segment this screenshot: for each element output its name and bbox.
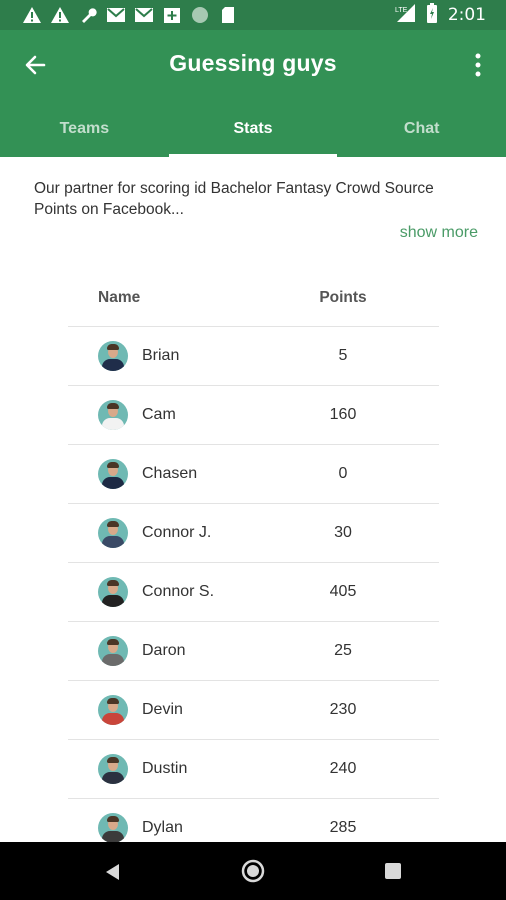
- table-row[interactable]: Dustin 240: [68, 740, 439, 799]
- avatar: [98, 518, 128, 548]
- table-row[interactable]: Cam 160: [68, 386, 439, 445]
- player-name: Dylan: [142, 819, 183, 836]
- tab-chat[interactable]: Chat: [337, 100, 506, 157]
- name-cell: Dustin: [68, 754, 298, 784]
- player-points: 405: [329, 583, 357, 600]
- status-bar: LTE 2:01: [0, 0, 506, 30]
- name-cell: Brian: [68, 341, 298, 371]
- warning-icon: [22, 5, 42, 25]
- avatar-hair: [107, 344, 119, 350]
- player-name: Daron: [142, 642, 186, 659]
- description-text: Our partner for scoring id Bachelor Fant…: [34, 180, 434, 218]
- avatar-hair: [107, 757, 119, 763]
- avatar: [98, 459, 128, 489]
- notification-icons: [22, 5, 238, 25]
- avatar: [98, 695, 128, 725]
- app-bar: Guessing guys: [0, 30, 506, 100]
- tab-stats[interactable]: Stats: [168, 100, 338, 157]
- avatar: [98, 754, 128, 784]
- avatar-hair: [107, 521, 119, 527]
- tab-teams[interactable]: Teams: [0, 100, 169, 157]
- dot-icon: [190, 5, 210, 25]
- player-name: Connor J.: [142, 524, 212, 541]
- avatar: [98, 636, 128, 666]
- gmail-icon: [134, 5, 154, 25]
- player-points: 230: [329, 701, 357, 718]
- avatar-hair: [107, 403, 119, 409]
- avatar-shirt: [102, 418, 124, 430]
- player-points: 0: [338, 465, 348, 482]
- lte-signal-icon: LTE: [394, 3, 416, 28]
- avatar: [98, 577, 128, 607]
- table-row[interactable]: Connor J. 30: [68, 504, 439, 563]
- avatar-shirt: [102, 772, 124, 784]
- avatar-hair: [107, 698, 119, 704]
- wrench-icon: [78, 5, 98, 25]
- player-name: Brian: [142, 347, 180, 364]
- page-title: Guessing guys: [169, 50, 337, 76]
- svg-text:LTE: LTE: [395, 7, 408, 14]
- avatar-hair: [107, 639, 119, 645]
- player-points: 5: [338, 347, 348, 364]
- table-row[interactable]: Chasen 0: [68, 445, 439, 504]
- player-name: Dustin: [142, 760, 188, 777]
- player-points: 25: [334, 642, 352, 659]
- avatar-hair: [107, 816, 119, 822]
- clock: 2:01: [447, 5, 486, 25]
- avatar-shirt: [102, 359, 124, 371]
- table-body: Brian 5 Cam 160 Chasen 0 Connor J. 30 Connor S. 4…: [68, 327, 439, 858]
- name-cell: Daron: [68, 636, 298, 666]
- tab-bar: Teams Stats Chat: [0, 100, 506, 157]
- show-more-link[interactable]: show more: [400, 224, 478, 242]
- warning-icon: [50, 5, 70, 25]
- name-cell: Connor J.: [68, 518, 298, 548]
- player-points: 30: [334, 524, 352, 541]
- player-name: Devin: [142, 701, 183, 718]
- table-header: Name Points: [68, 270, 439, 327]
- player-name: Chasen: [142, 465, 198, 482]
- avatar-shirt: [102, 595, 124, 607]
- sd-card-icon: [218, 5, 238, 25]
- avatar-shirt: [102, 477, 124, 489]
- player-name: Cam: [142, 406, 176, 423]
- player-points: 160: [329, 406, 357, 423]
- avatar-hair: [107, 580, 119, 586]
- nav-back-icon[interactable]: [103, 862, 123, 882]
- nav-recents-icon[interactable]: [385, 863, 401, 879]
- name-cell: Chasen: [68, 459, 298, 489]
- gmail-icon: [106, 5, 126, 25]
- calendar-plus-icon: [162, 5, 182, 25]
- player-points: 285: [329, 819, 357, 836]
- stats-table: Name Points Brian 5 Cam 160 Chasen 0 Connor J.…: [68, 270, 439, 858]
- player-name: Connor S.: [142, 583, 215, 600]
- avatar: [98, 400, 128, 430]
- header-points[interactable]: Points: [278, 289, 408, 307]
- name-cell: Dylan: [68, 813, 298, 843]
- player-points: 240: [329, 760, 357, 777]
- table-row[interactable]: Brian 5: [68, 327, 439, 386]
- system-indicators: LTE 2:01: [394, 2, 486, 28]
- name-cell: Cam: [68, 400, 298, 430]
- table-row[interactable]: Daron 25: [68, 622, 439, 681]
- avatar-shirt: [102, 654, 124, 666]
- navigation-bar: [0, 842, 506, 900]
- name-cell: Devin: [68, 695, 298, 725]
- avatar-hair: [107, 462, 119, 468]
- avatar: [98, 341, 128, 371]
- nav-home-icon[interactable]: [241, 859, 265, 883]
- battery-charging-icon: [426, 2, 438, 28]
- avatar: [98, 813, 128, 843]
- more-options-icon[interactable]: [472, 52, 484, 78]
- header-name: Name: [98, 289, 141, 306]
- avatar-shirt: [102, 536, 124, 548]
- table-row[interactable]: Devin 230: [68, 681, 439, 740]
- table-row[interactable]: Connor S. 405: [68, 563, 439, 622]
- name-cell: Connor S.: [68, 577, 298, 607]
- avatar-shirt: [102, 713, 124, 725]
